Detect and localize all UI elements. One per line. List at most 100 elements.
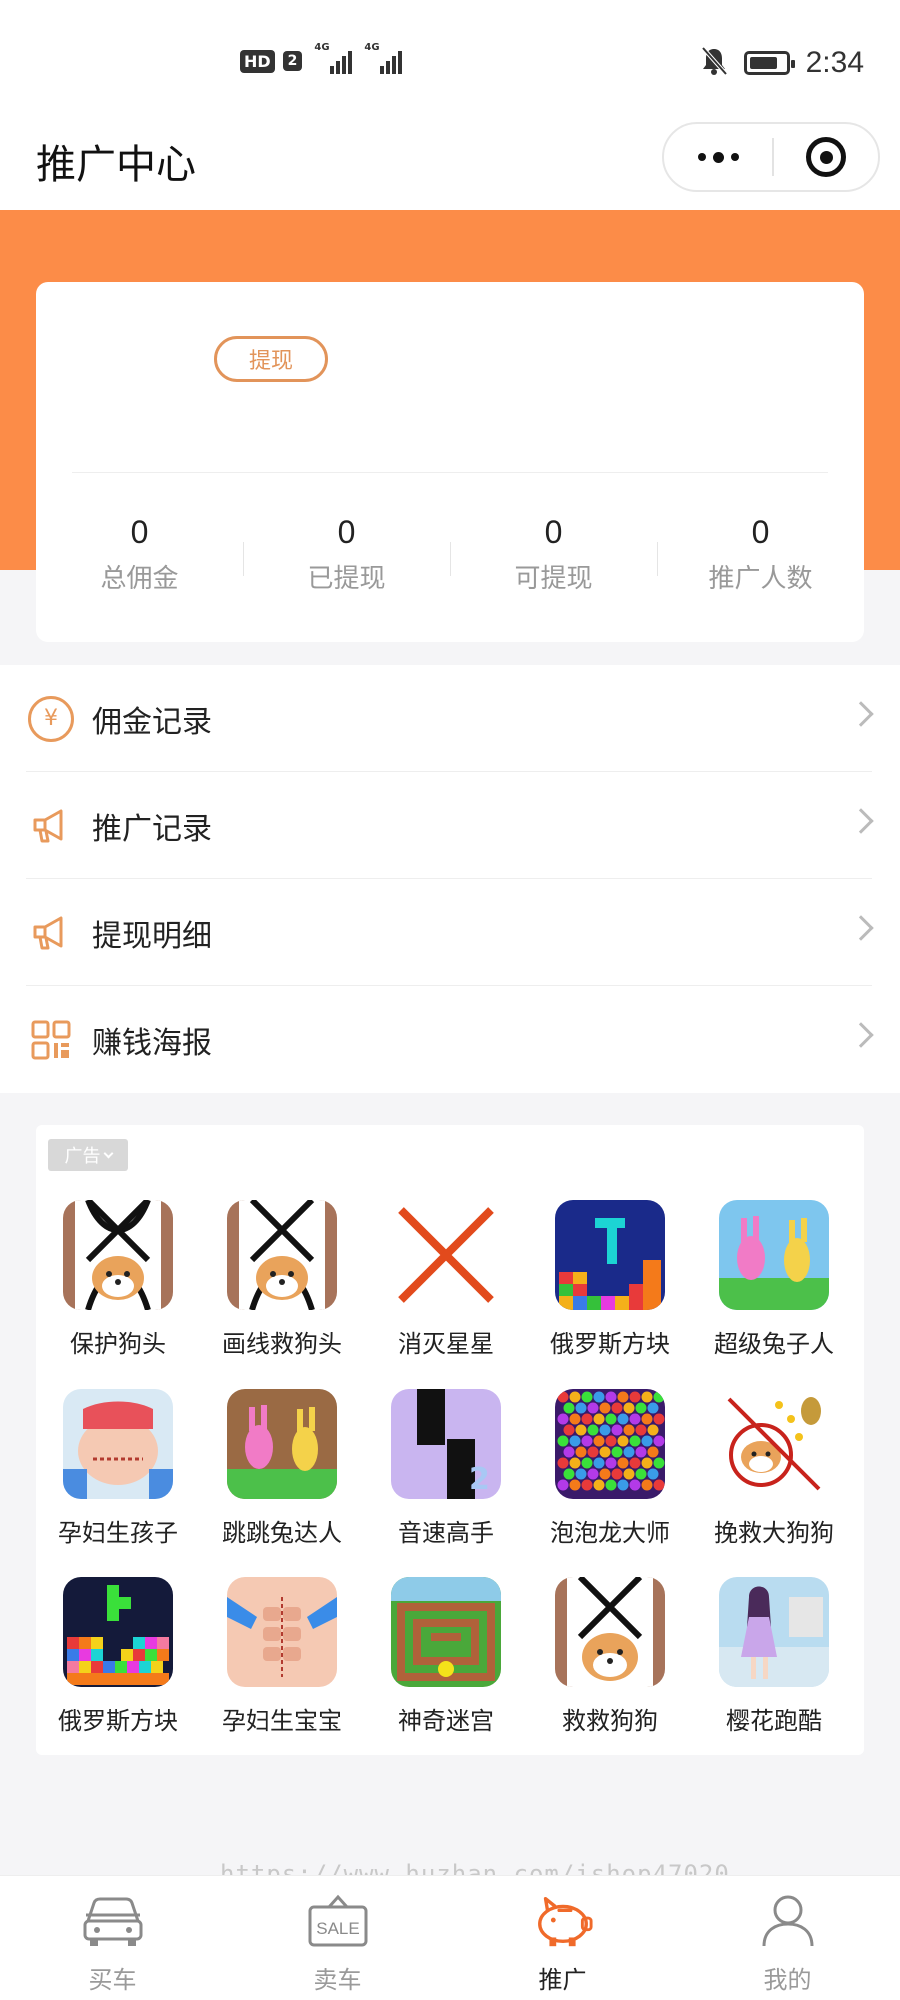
bubble	[569, 1479, 581, 1491]
bubble	[569, 1391, 581, 1403]
card-divider	[72, 472, 828, 473]
ad-app-name: 孕妇生宝宝	[222, 1707, 342, 1735]
bubble	[563, 1402, 575, 1414]
car-icon	[82, 1890, 144, 1952]
ad-app-name: 跳跳兔达人	[222, 1519, 342, 1547]
bubble	[623, 1402, 635, 1414]
ad-app[interactable]: 挽救大狗狗	[692, 1389, 856, 1548]
bubble	[617, 1435, 629, 1447]
ad-app-name: 音速高手	[398, 1519, 494, 1547]
bubble	[557, 1479, 569, 1491]
bubble	[599, 1468, 611, 1480]
clock: 2:34	[805, 46, 864, 79]
bubble	[569, 1457, 581, 1469]
menu-item-label: 提现明细	[92, 918, 212, 954]
mute-bell-icon	[700, 46, 728, 80]
piano-tiles-icon: 2	[391, 1389, 501, 1499]
ad-app[interactable]: 救救狗狗	[528, 1577, 692, 1736]
ad-app[interactable]: 神奇迷宫	[364, 1577, 528, 1736]
bubble	[563, 1424, 575, 1436]
ad-app[interactable]: 画线救狗头	[200, 1200, 364, 1359]
stats-row: 0 总佣金 0 已提现 0 可提现 0 推广人数	[36, 512, 864, 595]
megaphone-icon	[26, 908, 76, 958]
chevron-right-icon	[848, 915, 874, 941]
ad-panel: 广告 保护狗头 画线救狗头 消灭星星 俄罗斯方块 超级兔子人 孕妇生孩子 跳跳兔…	[36, 1125, 864, 1755]
tab-promotion[interactable]: 推广	[450, 1876, 675, 2000]
bubble	[647, 1402, 659, 1414]
more-button[interactable]	[664, 124, 772, 190]
ad-app[interactable]: 泡泡龙大师	[528, 1389, 692, 1548]
bubble	[557, 1391, 569, 1403]
bubble	[611, 1402, 623, 1414]
target-icon	[806, 137, 846, 177]
tab-mine[interactable]: 我的	[675, 1876, 900, 2000]
person-icon	[757, 1890, 819, 1952]
bubble	[593, 1457, 605, 1469]
stat-value: 0	[337, 514, 356, 550]
ad-app[interactable]: 超级兔子人	[692, 1200, 856, 1359]
bubble	[653, 1479, 665, 1491]
ad-app[interactable]: 俄罗斯方块	[528, 1200, 692, 1359]
tab-label: 买车	[88, 1966, 137, 1994]
bubble	[581, 1413, 593, 1425]
summary-card: 提现 0 总佣金 0 已提现 0 可提现 0 推广人数	[36, 282, 864, 642]
nav-header: 推广中心	[0, 100, 900, 210]
bunny-game-icon	[719, 1200, 829, 1310]
bubble	[575, 1468, 587, 1480]
stat-value: 0	[544, 514, 563, 550]
tab-sell-car[interactable]: SALE 卖车	[225, 1876, 450, 2000]
piggy-bank-icon	[532, 1890, 594, 1952]
ad-app-name: 画线救狗头	[222, 1330, 342, 1358]
ad-app-name: 俄罗斯方块	[58, 1707, 178, 1735]
chevron-right-icon	[848, 701, 874, 727]
ad-app-name: 俄罗斯方块	[550, 1330, 670, 1358]
close-button[interactable]	[774, 137, 878, 177]
ad-tag[interactable]: 广告	[48, 1139, 128, 1171]
bubble	[629, 1435, 641, 1447]
bubble	[641, 1413, 653, 1425]
stat-label: 已提现	[307, 564, 386, 594]
ad-app[interactable]: 跳跳兔达人	[200, 1389, 364, 1548]
signal-icon-2: 4G	[364, 42, 403, 74]
bubble	[569, 1435, 581, 1447]
bubble	[653, 1457, 665, 1469]
bubble	[581, 1435, 593, 1447]
ad-app[interactable]: 消灭星星	[364, 1200, 528, 1359]
menu-item-withdrawal-details[interactable]: 提现明细	[26, 879, 874, 986]
menu-item-commission-records[interactable]: ¥ 佣金记录	[26, 665, 874, 772]
bubble	[623, 1446, 635, 1458]
ad-app[interactable]: 保护狗头	[36, 1200, 200, 1359]
bubble	[641, 1457, 653, 1469]
bubble	[563, 1446, 575, 1458]
bubble	[581, 1479, 593, 1491]
ad-app[interactable]: 俄罗斯方块	[36, 1577, 200, 1736]
more-dot-icon	[712, 151, 724, 163]
menu-item-earning-poster[interactable]: 赚钱海报	[26, 986, 874, 1093]
menu-list: ¥ 佣金记录 推广记录 提现明细 赚钱海报	[0, 665, 900, 1093]
menu-item-label: 赚钱海报	[92, 1025, 212, 1061]
bubble	[569, 1413, 581, 1425]
withdraw-button[interactable]: 提现	[214, 336, 328, 382]
bubble	[641, 1435, 653, 1447]
ad-app[interactable]: 孕妇生宝宝	[200, 1577, 364, 1736]
bubble	[593, 1479, 605, 1491]
tab-buy-car[interactable]: 买车	[0, 1876, 225, 2000]
bubble	[611, 1468, 623, 1480]
menu-item-label: 佣金记录	[92, 704, 212, 740]
stat-withdrawable: 0 可提现	[450, 512, 657, 595]
ad-app[interactable]: 孕妇生孩子	[36, 1389, 200, 1548]
menu-item-promotion-records[interactable]: 推广记录	[26, 772, 874, 879]
tab-label: 我的	[763, 1966, 812, 1994]
ad-app[interactable]: 2 音速高手	[364, 1389, 528, 1548]
bubble	[605, 1435, 617, 1447]
tab-label: 推广	[538, 1966, 587, 1994]
bubble	[575, 1402, 587, 1414]
bubble	[581, 1391, 593, 1403]
bubble	[599, 1424, 611, 1436]
bubble	[599, 1446, 611, 1458]
bubble	[575, 1424, 587, 1436]
ad-app[interactable]: 樱花跑酷	[692, 1577, 856, 1736]
chevron-right-icon	[848, 808, 874, 834]
ad-app-name: 樱花跑酷	[726, 1707, 822, 1735]
battery-level	[749, 57, 777, 69]
